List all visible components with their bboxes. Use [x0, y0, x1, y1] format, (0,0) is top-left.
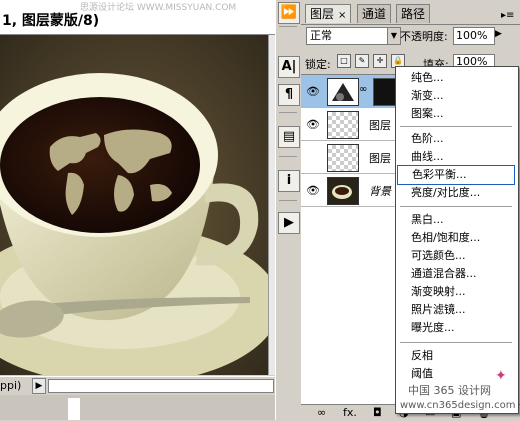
opacity-label: 不透明度:	[400, 30, 448, 43]
horizontal-scrollbar[interactable]	[48, 379, 274, 393]
status-bar: ppi) ▶	[0, 376, 275, 395]
menu-item-hue-saturation[interactable]: 色相/饱和度...	[397, 229, 515, 247]
dock-divider	[279, 26, 297, 27]
lock-position-icon[interactable]: ✛	[373, 54, 387, 68]
coffee-cup-image	[0, 35, 268, 375]
dock-divider	[279, 200, 297, 201]
eye-icon[interactable]: 👁	[305, 184, 321, 197]
tab-layers-label: 图层	[310, 7, 335, 21]
eye-icon[interactable]: 👁	[305, 85, 321, 98]
eye-icon[interactable]: 👁	[305, 118, 321, 131]
image-canvas[interactable]	[0, 35, 268, 375]
menu-item-color-balance[interactable]: 色彩平衡...	[397, 165, 515, 185]
menu-item-solid-color[interactable]: 纯色...	[397, 69, 515, 87]
tab-paths[interactable]: 路径	[396, 4, 431, 23]
dock-divider	[279, 156, 297, 157]
info-panel-icon[interactable]: i	[278, 170, 300, 192]
panel-menu-icon[interactable]: ▸≡	[501, 10, 514, 21]
scroll-thumb[interactable]	[68, 398, 80, 420]
menu-item-black-white[interactable]: 黑白...	[397, 211, 515, 229]
panel-dock: ⏩ A| ¶ ▤ i ▶	[275, 0, 302, 420]
coffee-thumbnail-icon	[332, 185, 352, 199]
menu-item-gradient[interactable]: 渐变...	[397, 87, 515, 105]
status-info: ppi)	[0, 379, 22, 392]
menu-divider	[400, 126, 512, 127]
link-chain-icon: ∞	[359, 84, 368, 95]
levels-adjustment-icon	[328, 79, 358, 105]
lock-label: 锁定:	[305, 58, 331, 71]
menu-item-channel-mixer[interactable]: 通道混合器...	[397, 265, 515, 283]
layer-name[interactable]: 图层	[369, 117, 391, 133]
menu-divider	[400, 206, 512, 207]
actions-panel-icon[interactable]: ▶	[278, 212, 300, 234]
blend-mode-select[interactable]: 正常 ▼	[306, 27, 401, 45]
menu-item-exposure[interactable]: 曝光度...	[397, 319, 515, 337]
opacity-slider-arrow-icon[interactable]: ▶	[495, 29, 502, 39]
menu-item-brightness-contrast[interactable]: 亮度/对比度...	[397, 184, 515, 202]
menu-item-pattern[interactable]: 图案...	[397, 105, 515, 123]
collapse-dock-icon[interactable]: ⏩	[278, 2, 300, 24]
lock-pixels-icon[interactable]: ✎	[355, 54, 369, 68]
cursor-sparkle-icon: ✦	[495, 368, 507, 384]
layer-thumbnail	[327, 111, 359, 139]
layer-name[interactable]: 背景	[369, 183, 391, 199]
watermark-url: www.cn365design.com	[400, 400, 516, 411]
menu-item-invert[interactable]: 反相	[397, 347, 515, 365]
document-window: 1, 图层蒙版/8) 思源设计论坛 WWW.MISSYUAN.COM ppi) …	[0, 0, 276, 420]
document-title: 1, 图层蒙版/8)	[2, 13, 100, 29]
dock-divider	[279, 112, 297, 113]
chevron-down-icon[interactable]: ▼	[387, 28, 400, 44]
opacity-input[interactable]: 100%	[453, 27, 495, 45]
add-mask-icon[interactable]: ◘	[373, 406, 382, 419]
lock-transparency-icon[interactable]: □	[337, 54, 351, 68]
layer-thumbnail	[327, 144, 359, 172]
eye-icon[interactable]	[305, 151, 321, 163]
paragraph-panel-icon[interactable]: ¶	[278, 84, 300, 106]
layer-thumbnail	[327, 78, 359, 106]
link-layers-icon[interactable]: ∞	[317, 406, 326, 419]
layer-comps-icon[interactable]: ▤	[278, 126, 300, 148]
tab-channels-label: 通道	[362, 7, 387, 21]
blend-mode-value: 正常	[310, 29, 332, 42]
tab-paths-label: 路径	[401, 7, 426, 21]
layer-name[interactable]: 图层	[369, 150, 391, 166]
watermark-bottom: 中国 365 设计网	[408, 384, 491, 397]
menu-item-photo-filter[interactable]: 照片滤镜...	[397, 301, 515, 319]
fx-icon[interactable]: fx.	[343, 406, 357, 419]
tab-layers[interactable]: 图层 ×	[305, 4, 352, 23]
status-menu-arrow[interactable]: ▶	[32, 378, 46, 394]
menu-item-gradient-map[interactable]: 渐变映射...	[397, 283, 515, 301]
character-panel-icon[interactable]: A|	[278, 56, 300, 78]
panel-tabs: 图层 × 通道 路径 ▸≡	[301, 4, 520, 25]
menu-item-selective-color[interactable]: 可选颜色...	[397, 247, 515, 265]
watermark-top: 思源设计论坛 WWW.MISSYUAN.COM	[80, 3, 237, 13]
document-title-bar: 1, 图层蒙版/8) 思源设计论坛 WWW.MISSYUAN.COM	[0, 0, 275, 35]
menu-divider	[400, 342, 512, 343]
bottom-strip	[0, 395, 275, 420]
tab-channels[interactable]: 通道	[357, 4, 392, 23]
tab-close-icon[interactable]: ×	[338, 10, 346, 21]
adjustment-layer-menu: 纯色... 渐变... 图案... 色阶... 曲线... 色彩平衡... 亮度…	[395, 66, 519, 414]
background-thumbnail	[327, 177, 359, 205]
menu-item-levels[interactable]: 色阶...	[397, 130, 515, 148]
menu-item-curves[interactable]: 曲线...	[397, 148, 515, 166]
